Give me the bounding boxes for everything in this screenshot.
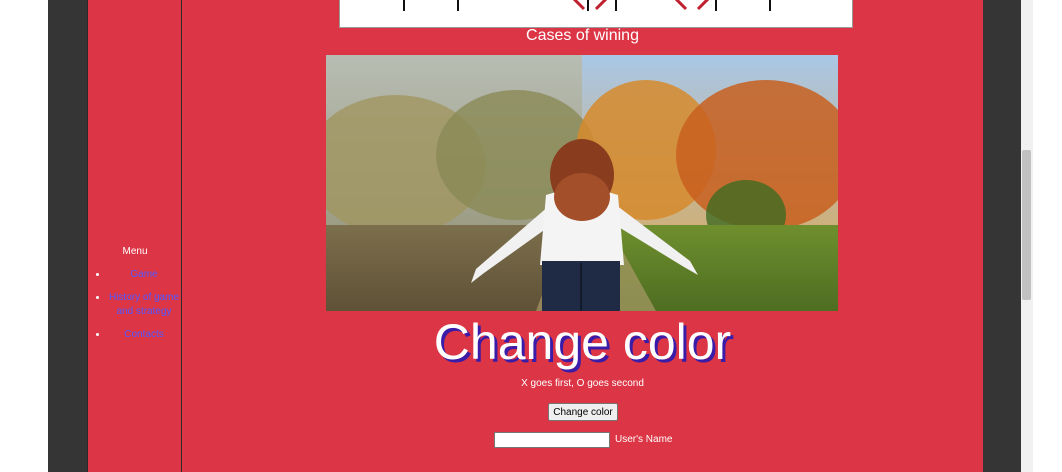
change-color-button[interactable]: Change color bbox=[548, 403, 618, 421]
winning-cases-caption: Cases of wining bbox=[526, 27, 639, 44]
main-content: Cases of wining Change color X goes firs… bbox=[182, 0, 983, 472]
x-mark-icon bbox=[674, 0, 710, 11]
menu-item-contacts: Contacts bbox=[108, 328, 180, 342]
right-dark-panel bbox=[983, 0, 1021, 472]
menu-link-contacts[interactable]: Contacts bbox=[108, 328, 180, 342]
sidebar: Menu Game History of game and strategy C… bbox=[87, 0, 182, 472]
woman-in-forest-image bbox=[326, 55, 838, 311]
winning-cases-drawing bbox=[403, 0, 771, 11]
menu-link-game[interactable]: Game bbox=[108, 268, 180, 282]
vertical-scrollbar[interactable] bbox=[1021, 0, 1033, 472]
scrollbar-thumb[interactable] bbox=[1022, 150, 1031, 300]
left-gutter bbox=[0, 0, 48, 472]
turn-order-text: X goes first, O goes second bbox=[521, 378, 644, 389]
menu-list: Game History of game and strategy Contac… bbox=[92, 268, 180, 351]
headline: Change color bbox=[433, 314, 732, 370]
user-name-input[interactable] bbox=[494, 432, 610, 448]
x-mark-icon bbox=[572, 0, 608, 11]
menu-item-game: Game bbox=[108, 268, 180, 282]
menu-title: Menu bbox=[122, 246, 148, 257]
forest-photo bbox=[326, 55, 838, 311]
left-dark-panel bbox=[48, 0, 87, 472]
menu-item-history: History of game and strategy bbox=[108, 291, 180, 319]
menu-link-history[interactable]: History of game and strategy bbox=[108, 291, 180, 319]
user-name-label: User's Name bbox=[615, 434, 673, 445]
winning-cases-image bbox=[339, 0, 853, 28]
right-gutter bbox=[1033, 0, 1062, 472]
